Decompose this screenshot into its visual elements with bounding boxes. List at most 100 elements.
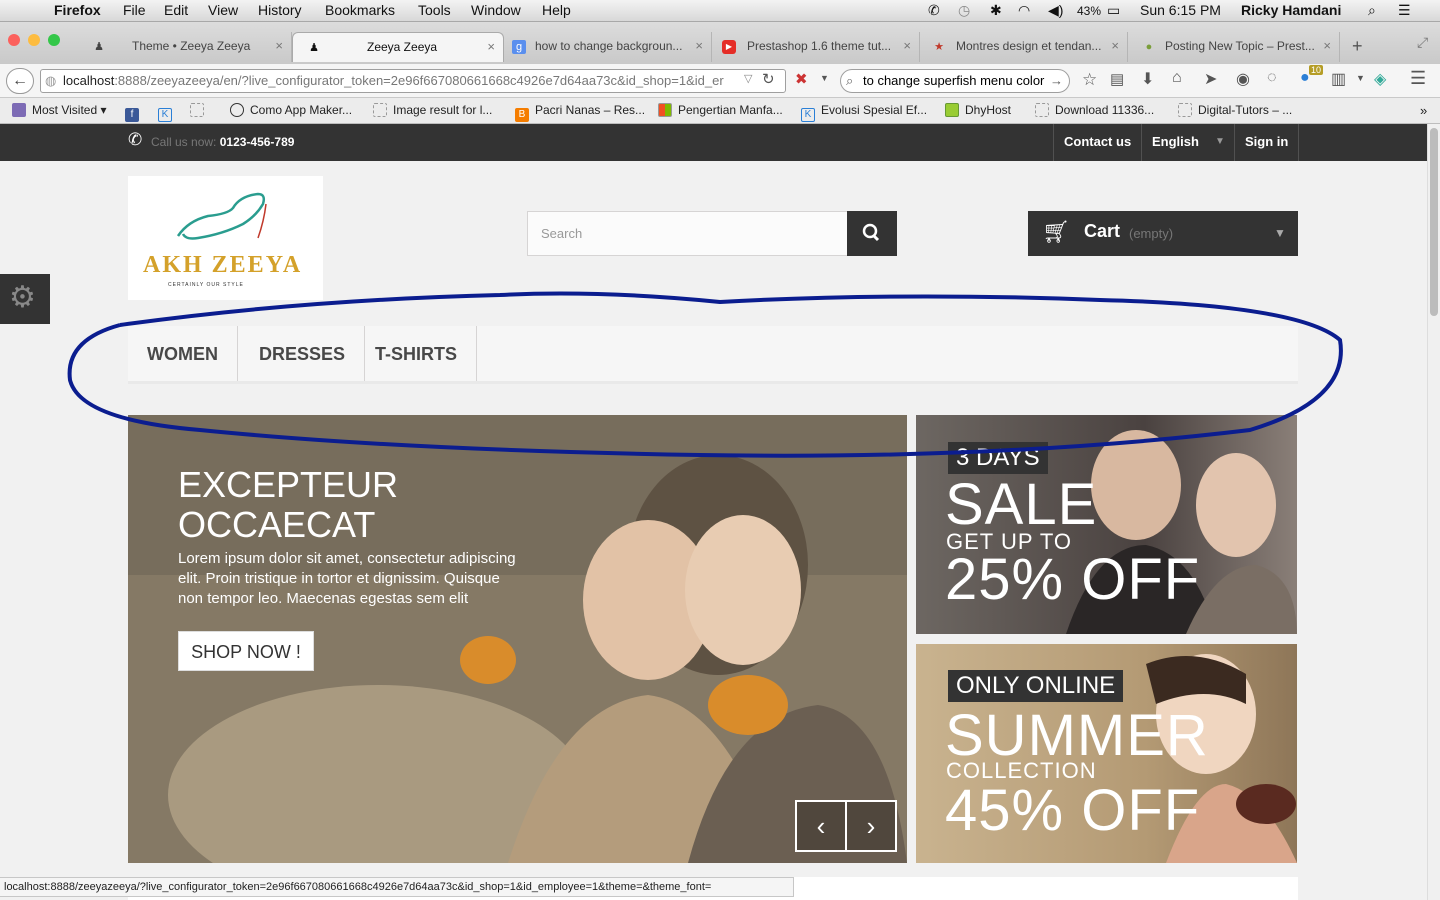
fullscreen-icon[interactable]: ⤢ <box>1417 34 1428 51</box>
bookmark-most-visited[interactable]: Most Visited ▾ <box>12 103 107 117</box>
menu-help[interactable]: Help <box>542 2 571 18</box>
wifi-icon[interactable]: ◠ <box>1018 2 1030 19</box>
close-tab-icon[interactable]: × <box>487 33 495 61</box>
menu-history[interactable]: History <box>258 2 302 18</box>
bookmark-facebook[interactable]: f <box>125 103 145 122</box>
shop-now-button[interactable]: SHOP NOW ! <box>178 631 314 671</box>
phone-status-icon[interactable]: ✆ <box>928 2 940 19</box>
contact-us-link[interactable]: Contact us <box>1053 124 1141 161</box>
tab-prestashop-forum[interactable]: ● Posting New Topic – Prest... × <box>1128 32 1340 62</box>
bookmark-label: Pacri Nanas – Res... <box>535 103 646 117</box>
bookmark-blank[interactable] <box>190 103 210 117</box>
addon-menu-dropdown-icon[interactable]: ▼ <box>1356 73 1365 83</box>
cart-block[interactable]: 🛒︎ Cart (empty) ▼ <box>1028 211 1298 256</box>
scrollbar-thumb[interactable] <box>1430 128 1438 316</box>
menu-bookmarks[interactable]: Bookmarks <box>325 2 395 18</box>
close-tab-icon[interactable]: × <box>1111 32 1119 60</box>
chevron-down-icon[interactable]: ▼ <box>1274 226 1286 240</box>
battery-icon[interactable]: ▭ <box>1107 2 1120 19</box>
sale-banner[interactable]: 3 DAYS SALE GET UP TO 25% OFF <box>916 415 1297 634</box>
bookmark-dhyhost[interactable]: DhyHost <box>945 103 1011 117</box>
spotlight-icon[interactable]: ⌕ <box>1368 2 1376 19</box>
close-tab-icon[interactable]: × <box>1323 32 1331 60</box>
bookmark-pacri[interactable]: B Pacri Nanas – Res... <box>515 103 645 122</box>
sale-heading: SALE <box>945 472 1098 537</box>
menu-edit[interactable]: Edit <box>164 2 188 18</box>
link-status-bar: localhost:8888/zeeyazeeya/?live_configur… <box>0 877 794 897</box>
clock[interactable]: Sun 6:15 PM <box>1140 2 1221 18</box>
bookmark-digital-tutors[interactable]: Digital-Tutors – ... <box>1178 103 1292 117</box>
bookmark-download[interactable]: Download 11336... <box>1035 103 1154 117</box>
tab-google-search[interactable]: g how to change backgroun... × <box>504 32 712 62</box>
menu-item-dresses[interactable]: DRESSES <box>240 326 366 381</box>
close-tab-icon[interactable]: × <box>903 32 911 60</box>
send-icon[interactable]: ➤ <box>1204 69 1217 89</box>
tab-zeeya-active[interactable]: ♟ Zeeya Zeeya × <box>292 32 504 62</box>
addon-dropdown-icon[interactable]: ▼ <box>820 73 829 83</box>
facebook-icon: f <box>125 108 139 122</box>
reload-icon[interactable]: ↻ <box>762 70 775 88</box>
url-bar[interactable]: ◍ localhost:8888/zeeyazeeya/en/?live_con… <box>40 69 786 93</box>
new-tab-button[interactable]: + <box>1352 36 1363 57</box>
sign-in-link[interactable]: Sign in <box>1234 124 1300 161</box>
tab-youtube[interactable]: ▶ Prestashop 1.6 theme tut... × <box>712 32 920 62</box>
menu-tools[interactable]: Tools <box>418 2 451 18</box>
phone-icon: ✆ <box>128 130 143 149</box>
store-logo[interactable]: AKH ZEEYA CERTAINLY OUR STYLE <box>128 176 323 300</box>
bookmark-k[interactable]: K <box>158 103 178 122</box>
bookmarks-menu-icon[interactable]: ▤ <box>1110 70 1124 88</box>
downloads-icon[interactable]: ⬇ <box>1141 69 1154 89</box>
tab-bar: ♟ Theme • Zeeya Zeeya × ♟ Zeeya Zeeya × … <box>0 22 1440 64</box>
close-tab-icon[interactable]: × <box>275 32 283 60</box>
addon-blocked-icon[interactable]: ✖ <box>795 70 808 88</box>
chat-icon[interactable]: ◌ <box>1267 69 1277 87</box>
tab-theme-zeeya[interactable]: ♟ Theme • Zeeya Zeeya × <box>78 32 292 62</box>
folder-icon <box>12 103 26 117</box>
home-icon[interactable]: ⌂ <box>1172 69 1182 87</box>
history-addon-icon[interactable]: ◉ <box>1236 69 1250 89</box>
site-identity-icon[interactable]: ◍ <box>45 70 56 92</box>
bookmarks-overflow-icon[interactable]: » <box>1420 103 1427 118</box>
summer-banner[interactable]: ONLY ONLINE SUMMER COLLECTION 45% OFF <box>916 644 1297 863</box>
close-tab-icon[interactable]: × <box>695 32 703 60</box>
phone-number: 0123-456-789 <box>219 135 295 149</box>
menu-window[interactable]: Window <box>471 2 521 18</box>
menu-item-tshirts[interactable]: T-SHIRTS <box>356 326 478 381</box>
tab-label: Theme • Zeeya Zeeya <box>132 39 251 53</box>
store-search-input[interactable]: Search <box>527 211 848 256</box>
slider-prev-button[interactable]: ‹ <box>795 800 847 852</box>
bookmark-label: Image result for l... <box>393 103 493 117</box>
bookmark-como[interactable]: Como App Maker... <box>230 103 352 117</box>
volume-icon[interactable]: ◀) <box>1048 2 1063 19</box>
homepage-slider[interactable]: EXCEPTEUR OCCAECAT Lorem ipsum dolor sit … <box>128 415 907 863</box>
bookmark-star-icon[interactable]: ☆ <box>1082 70 1097 90</box>
translate-icon[interactable]: ◈ <box>1374 69 1386 89</box>
menu-view[interactable]: View <box>208 2 238 18</box>
slider-next-button[interactable]: › <box>845 800 897 852</box>
user-name[interactable]: Ricky Hamdani <box>1241 2 1341 18</box>
theme-configurator-toggle[interactable]: ⚙ <box>0 274 50 324</box>
tab-montres[interactable]: ★ Montres design et tendan... × <box>920 32 1128 62</box>
hamburger-menu-icon[interactable]: ☰ <box>1410 68 1426 89</box>
app-menu[interactable]: Firefox <box>54 2 101 18</box>
menu-file[interactable]: File <box>123 2 146 18</box>
menu-item-women[interactable]: WOMEN <box>128 326 238 381</box>
back-button[interactable]: ← <box>6 68 34 94</box>
store-search-button[interactable] <box>847 211 897 256</box>
bluetooth-icon[interactable]: ✱ <box>990 2 1002 19</box>
close-window-button[interactable] <box>8 34 20 46</box>
page-scrollbar[interactable] <box>1427 124 1440 900</box>
tab-label: Posting New Topic – Prest... <box>1165 39 1315 53</box>
browser-search-field[interactable]: ⌕ to change superfish menu color → <box>840 69 1070 93</box>
zoom-window-button[interactable] <box>48 34 60 46</box>
bookmark-pengertian[interactable]: Pengertian Manfa... <box>658 103 783 117</box>
notification-center-icon[interactable]: ☰ <box>1398 2 1411 19</box>
language-selector[interactable]: English ▼ <box>1141 124 1234 161</box>
search-go-icon[interactable]: → <box>1050 70 1063 92</box>
bookmark-evolusi[interactable]: K Evolusi Spesial Ef... <box>801 103 927 122</box>
minimize-window-button[interactable] <box>28 34 40 46</box>
bookmark-image-result[interactable]: Image result for l... <box>373 103 492 117</box>
clipboard-icon[interactable]: ▥ <box>1331 69 1346 89</box>
url-dropdown-icon[interactable]: ▽ <box>744 72 752 85</box>
time-machine-icon[interactable]: ◷ <box>958 2 970 19</box>
